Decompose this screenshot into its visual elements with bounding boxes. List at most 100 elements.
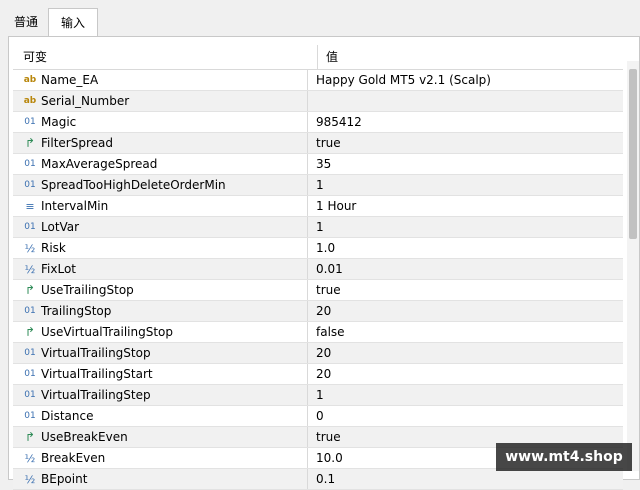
variable-name: IntervalMin [41, 199, 109, 213]
bool-type-icon: ↱ [24, 325, 36, 339]
table-row[interactable]: ≡ IntervalMin 1 Hour [13, 196, 623, 217]
value-cell[interactable] [308, 91, 623, 111]
enum-type-icon: ≡ [25, 199, 35, 213]
variable-name: TrailingStop [41, 304, 112, 318]
value-cell[interactable]: 1 [308, 217, 623, 237]
variable-cell: 01 TrailingStop [13, 301, 308, 321]
table-row[interactable]: ↱ UseTrailingStop true [13, 280, 623, 301]
variable-name: Distance [41, 409, 94, 423]
double-type-icon: ½ [24, 262, 36, 276]
value-cell[interactable]: 0.1 [308, 469, 623, 489]
variable-name: VirtualTrailingStep [41, 388, 151, 402]
integer-type-icon: 01 [24, 306, 36, 316]
value-cell[interactable]: 1.0 [308, 238, 623, 258]
table-row[interactable]: ↱ UseVirtualTrailingStop false [13, 322, 623, 343]
variable-name: BreakEven [41, 451, 106, 465]
integer-type-icon: 01 [24, 348, 36, 358]
table-row[interactable]: 01 SpreadTooHighDeleteOrderMin 1 [13, 175, 623, 196]
variable-name: UseTrailingStop [41, 283, 134, 297]
double-type-icon: ½ [24, 451, 36, 465]
tab-inputs[interactable]: 输入 [48, 8, 99, 37]
grid-header: 可变 值 [13, 45, 623, 70]
grid-rows: ab Name_EA Happy Gold MT5 v2.1 (Scalp) ab Se… [13, 70, 623, 490]
value-cell[interactable]: 35 [308, 154, 623, 174]
table-row[interactable]: ↱ FilterSpread true [13, 133, 623, 154]
variable-cell: 01 MaxAverageSpread [13, 154, 308, 174]
variable-cell: ab Name_EA [13, 70, 308, 90]
variable-cell: ↱ UseVirtualTrailingStop [13, 322, 308, 342]
table-row[interactable]: ab Name_EA Happy Gold MT5 v2.1 (Scalp) [13, 70, 623, 91]
variable-name: Magic [41, 115, 77, 129]
variable-name: Name_EA [41, 73, 99, 87]
integer-type-icon: 01 [24, 222, 36, 232]
variable-name: BEpoint [41, 472, 88, 486]
variable-cell: 01 VirtualTrailingStep [13, 385, 308, 405]
variable-name: FilterSpread [41, 136, 113, 150]
value-cell[interactable]: 1 Hour [308, 196, 623, 216]
table-row[interactable]: 01 Distance 0 [13, 406, 623, 427]
table-row[interactable]: 01 Magic 985412 [13, 112, 623, 133]
variable-cell: ab Serial_Number [13, 91, 308, 111]
scrollbar-thumb[interactable] [629, 69, 637, 239]
value-cell[interactable]: 1 [308, 385, 623, 405]
tab-common[interactable]: 普通 [4, 10, 48, 34]
string-type-icon: ab [23, 75, 37, 85]
table-row[interactable]: 01 LotVar 1 [13, 217, 623, 238]
variable-cell: ½ FixLot [13, 259, 308, 279]
integer-type-icon: 01 [24, 180, 36, 190]
variable-name: MaxAverageSpread [41, 157, 158, 171]
variable-cell: 01 Magic [13, 112, 308, 132]
variable-name: SpreadTooHighDeleteOrderMin [41, 178, 226, 192]
variable-name: FixLot [41, 262, 76, 276]
value-cell[interactable]: 20 [308, 364, 623, 384]
table-row[interactable]: ab Serial_Number [13, 91, 623, 112]
value-cell[interactable]: 20 [308, 343, 623, 363]
integer-type-icon: 01 [24, 159, 36, 169]
inputs-panel: 可变 值 ab Name_EA Happy Gold MT5 v2.1 (Scalp… [8, 36, 640, 490]
variable-cell: ≡ IntervalMin [13, 196, 308, 216]
variable-name: VirtualTrailingStop [41, 346, 151, 360]
variable-cell: ½ BEpoint [13, 469, 308, 489]
variable-cell: ↱ UseTrailingStop [13, 280, 308, 300]
string-type-icon: ab [23, 96, 37, 106]
value-cell[interactable]: 0 [308, 406, 623, 426]
double-type-icon: ½ [24, 241, 36, 255]
variable-name: Serial_Number [41, 94, 130, 108]
table-row[interactable]: 01 VirtualTrailingStart 20 [13, 364, 623, 385]
tab-bar: 普通 输入 [0, 0, 640, 37]
variable-cell: 01 VirtualTrailingStop [13, 343, 308, 363]
variable-cell: 01 SpreadTooHighDeleteOrderMin [13, 175, 308, 195]
table-row[interactable]: ½ Risk 1.0 [13, 238, 623, 259]
value-cell[interactable]: true [308, 280, 623, 300]
integer-type-icon: 01 [24, 369, 36, 379]
bool-type-icon: ↱ [24, 136, 36, 150]
table-row[interactable]: 01 TrailingStop 20 [13, 301, 623, 322]
integer-type-icon: 01 [24, 117, 36, 127]
value-cell[interactable]: true [308, 133, 623, 153]
integer-type-icon: 01 [24, 390, 36, 400]
table-row[interactable]: 01 VirtualTrailingStep 1 [13, 385, 623, 406]
header-variable[interactable]: 可变 [13, 45, 318, 69]
value-cell[interactable]: 1 [308, 175, 623, 195]
variable-cell: ½ Risk [13, 238, 308, 258]
vertical-scrollbar[interactable] [627, 61, 639, 471]
table-row[interactable]: ½ FixLot 0.01 [13, 259, 623, 280]
value-cell[interactable]: 985412 [308, 112, 623, 132]
variable-cell: 01 LotVar [13, 217, 308, 237]
integer-type-icon: 01 [24, 411, 36, 421]
table-row[interactable]: 01 MaxAverageSpread 35 [13, 154, 623, 175]
variable-cell: 01 VirtualTrailingStart [13, 364, 308, 384]
value-cell[interactable]: 0.01 [308, 259, 623, 279]
variable-name: UseBreakEven [41, 430, 128, 444]
double-type-icon: ½ [24, 472, 36, 486]
value-cell[interactable]: 20 [308, 301, 623, 321]
table-row[interactable]: 01 VirtualTrailingStop 20 [13, 343, 623, 364]
header-value[interactable]: 值 [318, 45, 623, 69]
variable-name: Risk [41, 241, 66, 255]
variable-cell: 01 Distance [13, 406, 308, 426]
value-cell[interactable]: Happy Gold MT5 v2.1 (Scalp) [308, 70, 623, 90]
variable-cell: ↱ UseBreakEven [13, 427, 308, 447]
inputs-grid: 可变 值 ab Name_EA Happy Gold MT5 v2.1 (Scalp… [13, 45, 623, 490]
variable-name: VirtualTrailingStart [41, 367, 153, 381]
value-cell[interactable]: false [308, 322, 623, 342]
